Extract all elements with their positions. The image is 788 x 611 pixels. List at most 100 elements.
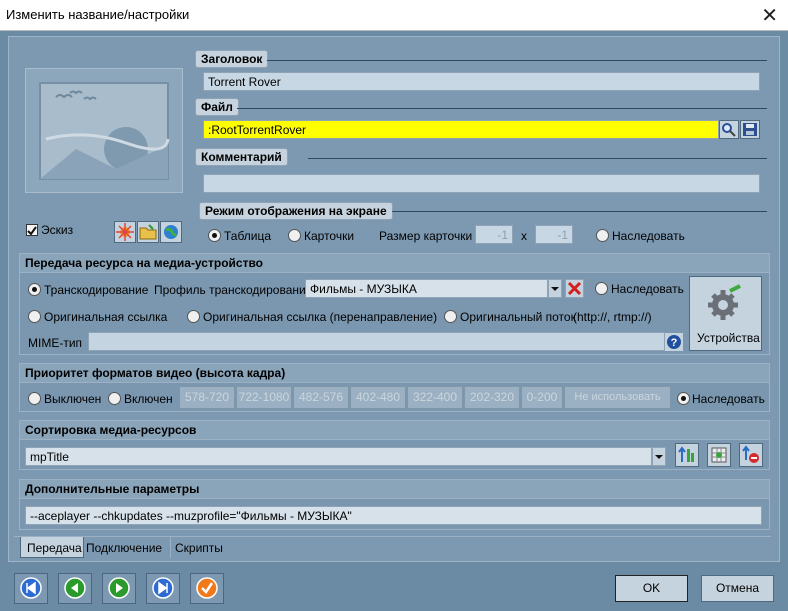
profile-clear-button[interactable]: [565, 279, 584, 298]
sorting-select[interactable]: mpTitle: [25, 447, 652, 466]
transfer-inherit-radio[interactable]: [595, 282, 608, 295]
browse-file-button[interactable]: [719, 120, 739, 139]
check-circle-icon: [196, 577, 218, 599]
sketch-generate-button[interactable]: [114, 221, 136, 243]
arrow-right-icon: [108, 577, 130, 599]
priority-on-label: Включен: [124, 392, 173, 406]
mime-input[interactable]: [88, 332, 665, 351]
sorting-dropdown-button[interactable]: [652, 447, 666, 466]
profile-select[interactable]: Фильмы - МУЗЫКА: [305, 279, 548, 298]
svg-text:?: ?: [671, 337, 678, 349]
sorting-group: Сортировка медиа-ресурсов mpTitle: [19, 420, 770, 470]
priority-segment[interactable]: Не использовать: [564, 386, 671, 409]
display-mode-label: Режим отображения на экране: [199, 202, 393, 220]
tab-scripts[interactable]: Скрипты: [170, 537, 230, 558]
priority-inherit-radio[interactable]: [677, 392, 690, 405]
sort-ascending-button[interactable]: [675, 443, 699, 467]
devices-button[interactable]: Устройства: [689, 276, 762, 351]
sketch-checkbox[interactable]: [26, 224, 38, 236]
search-folder-icon: [722, 123, 736, 137]
original-link-redirect-radio[interactable]: [187, 310, 200, 323]
sparkle-icon: [116, 223, 134, 241]
folder-open-icon: [139, 224, 157, 240]
display-table-label: Таблица: [224, 229, 272, 243]
priority-row: Выключен Включен 578-720 722-1080 482-57…: [20, 383, 769, 412]
profile-dropdown-button[interactable]: [548, 279, 562, 298]
thumbnail-image: [25, 68, 183, 193]
transcoding-radio[interactable]: [28, 283, 41, 296]
original-link-radio[interactable]: [28, 310, 41, 323]
tab-label: Скрипты: [175, 541, 223, 555]
priority-segment[interactable]: 0-200: [521, 386, 563, 409]
globe-icon: [164, 225, 178, 239]
sketch-web-button[interactable]: [160, 221, 182, 243]
tab-transfer[interactable]: Передача: [20, 537, 84, 558]
title-bar: Изменить название/настройки ✕: [0, 0, 788, 31]
card-width-input[interactable]: -1: [475, 225, 513, 244]
priority-off-label: Выключен: [44, 392, 102, 406]
priority-segment[interactable]: 322-400: [407, 386, 463, 409]
original-link-label: Оригинальная ссылка: [44, 310, 168, 324]
grid-icon: [711, 447, 727, 463]
file-label: Файл: [195, 98, 239, 116]
title-label: Заголовок: [195, 50, 269, 68]
sketch-open-button[interactable]: [137, 221, 159, 243]
next-button[interactable]: [102, 573, 136, 604]
sort-grid-button[interactable]: [707, 443, 731, 467]
skip-forward-icon: [152, 577, 174, 599]
cancel-button[interactable]: Отмена: [701, 575, 774, 602]
original-stream-label: Оригинальный поток: [460, 310, 576, 324]
original-stream-radio[interactable]: [444, 310, 457, 323]
tab-label: Подключение: [86, 541, 163, 555]
sort-delete-button[interactable]: [739, 443, 763, 467]
display-inherit-label: Наследовать: [612, 229, 685, 243]
comment-input[interactable]: [203, 174, 760, 193]
priority-segment[interactable]: 482-576: [293, 386, 349, 409]
sketch-label: Эскиз: [41, 223, 74, 237]
display-inherit-radio[interactable]: [596, 229, 609, 242]
display-cards-radio[interactable]: [288, 229, 301, 242]
image-placeholder-icon: [39, 82, 170, 180]
stream-hint: (http://, rtmp://): [573, 310, 652, 324]
floppy-disk-icon: [743, 123, 757, 136]
ok-button[interactable]: OK: [615, 575, 688, 602]
close-red-icon: [567, 281, 582, 296]
settings-panel: Заголовок Torrent Rover Файл :RootTorren…: [8, 36, 780, 562]
devices-label: Устройства: [697, 331, 760, 345]
previous-button[interactable]: [58, 573, 92, 604]
extra-params-input[interactable]: --aceplayer --chkupdates --muzprofile="Ф…: [25, 506, 762, 525]
close-icon[interactable]: ✕: [761, 3, 778, 28]
priority-segment[interactable]: 578-720: [179, 386, 235, 409]
card-height-input[interactable]: -1: [535, 225, 573, 244]
checkmark-icon: [27, 226, 37, 236]
chevron-down-icon: [551, 287, 559, 291]
gear-wrench-icon: [708, 284, 741, 320]
card-size-label: Размер карточки: [379, 229, 473, 243]
file-input[interactable]: :RootTorrentRover: [203, 120, 719, 139]
transcoding-label: Транскодирование: [44, 283, 149, 297]
apply-button[interactable]: [190, 573, 224, 604]
priority-off-radio[interactable]: [28, 392, 41, 405]
tab-connection[interactable]: Подключение: [86, 537, 168, 558]
last-button[interactable]: [146, 573, 180, 604]
mime-label: MIME-тип: [28, 336, 83, 350]
comment-label: Комментарий: [195, 148, 288, 166]
transfer-group: Передача ресурса на медиа-устройство Тра…: [19, 253, 770, 355]
first-button[interactable]: [14, 573, 48, 604]
tab-label: Передача: [27, 541, 82, 555]
tab-bar: Передача Подключение Скрипты: [14, 536, 771, 558]
original-link-redirect-label: Оригинальная ссылка (перенаправление): [203, 310, 438, 324]
title-input[interactable]: Torrent Rover: [203, 72, 760, 91]
chevron-down-icon: [655, 455, 663, 459]
priority-segment[interactable]: 202-320: [464, 386, 520, 409]
mime-help-button[interactable]: ?: [665, 333, 683, 351]
priority-segment[interactable]: 722-1080: [236, 386, 292, 409]
sorting-header: Сортировка медиа-ресурсов: [20, 421, 769, 440]
save-file-button[interactable]: [740, 120, 760, 139]
priority-segment[interactable]: 402-480: [350, 386, 406, 409]
display-table-radio[interactable]: [208, 229, 221, 242]
profile-label: Профиль транскодирования: [154, 283, 313, 297]
transfer-inherit-label: Наследовать: [611, 282, 684, 296]
dialog-window: Изменить название/настройки ✕ Заголовок …: [0, 0, 788, 611]
priority-on-radio[interactable]: [108, 392, 121, 405]
